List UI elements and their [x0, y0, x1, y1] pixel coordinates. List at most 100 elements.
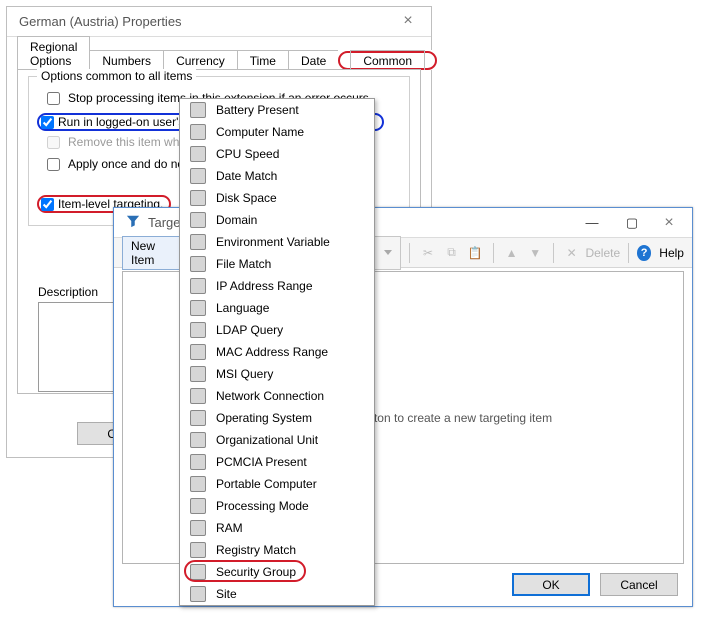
menu-item-label: Organizational Unit — [216, 433, 318, 447]
site-icon — [190, 586, 206, 602]
toolbar-separator — [493, 243, 494, 263]
operating-system-icon — [190, 410, 206, 426]
tab-time[interactable]: Time — [237, 50, 289, 70]
checkbox-run-in-user[interactable] — [41, 116, 54, 129]
menu-item-ram[interactable]: RAM — [180, 517, 374, 539]
tab-date[interactable]: Date — [288, 50, 339, 70]
checkbox-item-targeting[interactable] — [41, 198, 54, 211]
toolbar-separator — [628, 243, 629, 263]
menu-item-security-group[interactable]: Security Group Security Group — [180, 561, 374, 583]
menu-item-computer-name[interactable]: Computer Name — [180, 121, 374, 143]
te-ok-button[interactable]: OK — [512, 573, 590, 596]
menu-item-portable-computer[interactable]: Portable Computer — [180, 473, 374, 495]
paste-icon[interactable]: 📋 — [465, 242, 485, 264]
menu-item-date-match[interactable]: Date Match — [180, 165, 374, 187]
menu-item-label: Date Match — [216, 169, 277, 183]
help-label[interactable]: Help — [659, 246, 684, 260]
properties-close-button[interactable]: × — [391, 10, 425, 34]
menu-item-label: Operating System — [216, 411, 312, 425]
menu-item-label: Disk Space — [216, 191, 277, 205]
te-close-button[interactable]: × — [652, 211, 686, 235]
menu-item-battery-present[interactable]: Battery Present — [180, 99, 374, 121]
properties-tabs: Regional Options Numbers Currency Time D… — [7, 45, 431, 69]
menu-item-ldap-query[interactable]: LDAP Query — [180, 319, 374, 341]
menu-item-pcmcia-present[interactable]: PCMCIA Present — [180, 451, 374, 473]
menu-item-label: Battery Present — [216, 103, 299, 117]
organizational-unit-icon — [190, 432, 206, 448]
menu-item-environment-variable[interactable]: Environment Variable — [180, 231, 374, 253]
processing-mode-icon — [190, 498, 206, 514]
ram-icon — [190, 520, 206, 536]
network-connection-icon — [190, 388, 206, 404]
date-match-icon — [190, 168, 206, 184]
checkbox-stop-processing[interactable] — [47, 92, 60, 105]
te-buttons: OK Cancel — [512, 573, 678, 596]
checkbox-remove-item — [47, 136, 60, 149]
menu-item-label: Computer Name — [216, 125, 304, 139]
description-label: Description — [38, 285, 98, 299]
menu-item-cpu-speed[interactable]: CPU Speed — [180, 143, 374, 165]
portable-computer-icon — [190, 476, 206, 492]
domain-icon — [190, 212, 206, 228]
menu-item-label: Language — [216, 301, 269, 315]
menu-item-label: RAM — [216, 521, 243, 535]
funnel-icon — [126, 214, 140, 231]
highlight-oval-common: Common — [338, 51, 437, 70]
menu-item-label: MAC Address Range — [216, 345, 328, 359]
menu-item-msi-query[interactable]: MSI Query — [180, 363, 374, 385]
pcmcia-present-icon — [190, 454, 206, 470]
copy-icon[interactable]: ⧉ — [442, 242, 462, 264]
menu-item-language[interactable]: Language — [180, 297, 374, 319]
tab-common[interactable]: Common — [338, 50, 437, 70]
menu-item-label: Domain — [216, 213, 257, 227]
ldap-query-icon — [190, 322, 206, 338]
cut-icon[interactable]: ✂ — [418, 242, 438, 264]
delete-icon[interactable]: ✕ — [562, 242, 582, 264]
menu-item-label: LDAP Query — [216, 323, 283, 337]
menu-item-mac-address-range[interactable]: MAC Address Range — [180, 341, 374, 363]
menu-item-domain[interactable]: Domain — [180, 209, 374, 231]
checkbox-apply-once[interactable] — [47, 158, 60, 171]
menu-item-disk-space[interactable]: Disk Space — [180, 187, 374, 209]
move-down-icon[interactable]: ▼ — [525, 242, 545, 264]
menu-item-label: File Match — [216, 257, 271, 271]
environment-variable-icon — [190, 234, 206, 250]
menu-item-network-connection[interactable]: Network Connection — [180, 385, 374, 407]
menu-item-operating-system[interactable]: Operating System — [180, 407, 374, 429]
tab-numbers[interactable]: Numbers — [89, 50, 164, 70]
computer-name-icon — [190, 124, 206, 140]
te-window-controls: — ▢ × — [572, 211, 686, 235]
menu-item-label: IP Address Range — [216, 279, 313, 293]
tab-regional-options[interactable]: Regional Options — [17, 36, 90, 70]
disk-space-icon — [190, 190, 206, 206]
te-maximize-button[interactable]: ▢ — [612, 211, 652, 235]
cpu-speed-icon — [190, 146, 206, 162]
move-up-icon[interactable]: ▲ — [502, 242, 522, 264]
menu-item-file-match[interactable]: File Match — [180, 253, 374, 275]
menu-item-site[interactable]: Site — [180, 583, 374, 605]
toolbar-separator — [553, 243, 554, 263]
menu-item-organizational-unit[interactable]: Organizational Unit — [180, 429, 374, 451]
menu-item-label: MSI Query — [216, 367, 273, 381]
options-legend: Options common to all items — [37, 69, 196, 83]
menu-item-label: Site — [216, 587, 237, 601]
msi-query-icon — [190, 366, 206, 382]
file-match-icon — [190, 256, 206, 272]
help-icon[interactable]: ? — [637, 245, 651, 261]
menu-item-ip-address-range[interactable]: IP Address Range — [180, 275, 374, 297]
menu-item-processing-mode[interactable]: Processing Mode — [180, 495, 374, 517]
te-cancel-button[interactable]: Cancel — [600, 573, 678, 596]
security-group-icon — [190, 564, 206, 580]
menu-item-label: Portable Computer — [216, 477, 317, 491]
tab-currency[interactable]: Currency — [163, 50, 238, 70]
menu-item-label: Network Connection — [216, 389, 324, 403]
menu-item-registry-match[interactable]: Registry Match — [180, 539, 374, 561]
registry-match-icon — [190, 542, 206, 558]
te-minimize-button[interactable]: — — [572, 211, 612, 235]
properties-title: German (Austria) Properties — [19, 14, 391, 29]
menu-item-label: Processing Mode — [216, 499, 309, 513]
language-icon — [190, 300, 206, 316]
caret-down-icon — [384, 250, 392, 255]
menu-item-label: Registry Match — [216, 543, 296, 557]
menu-item-label: CPU Speed — [216, 147, 279, 161]
